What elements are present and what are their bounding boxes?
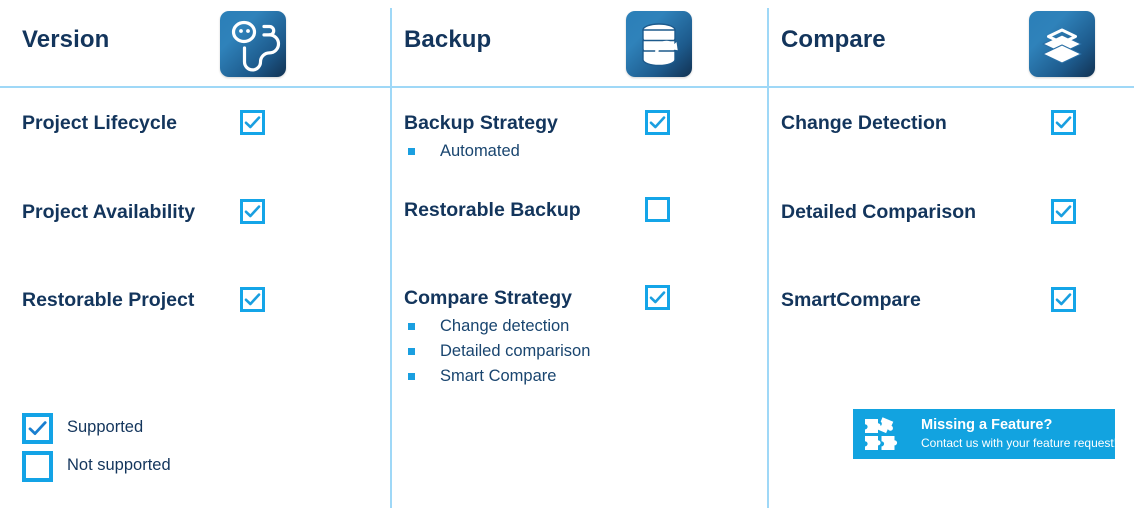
banner-subtitle: Contact us with your feature request! <box>921 436 1115 450</box>
column-backup: Backup Backup Strategy Automated Restora… <box>392 0 767 513</box>
checkbox-supported[interactable] <box>1051 287 1076 312</box>
column-title: Version <box>22 26 110 53</box>
checkbox-supported[interactable] <box>645 110 670 135</box>
checkbox-supported[interactable] <box>1051 110 1076 135</box>
legend-label: Not supported <box>67 456 171 474</box>
feature-label: Restorable Project <box>22 289 195 311</box>
feature-label: Detailed Comparison <box>781 201 977 223</box>
legend-label: Supported <box>67 418 144 436</box>
puzzle-pieces-icon <box>863 415 903 453</box>
banner-title: Missing a Feature? <box>921 417 1053 433</box>
bullet-icon <box>408 323 415 330</box>
feature-label: Restorable Backup <box>404 199 581 221</box>
database-restore-icon <box>626 11 692 77</box>
sub-feature-label: Change detection <box>440 317 570 335</box>
feature-label: SmartCompare <box>781 289 921 311</box>
feature-label: Backup Strategy <box>404 112 558 134</box>
column-title: Compare <box>781 26 886 53</box>
column-header-backup: Backup <box>392 0 767 86</box>
bullet-icon <box>408 348 415 355</box>
checkbox-supported[interactable] <box>240 199 265 224</box>
sub-feature-label: Detailed comparison <box>440 342 591 360</box>
sub-feature-item: Change detection <box>404 314 590 339</box>
checkbox-supported-legend <box>22 413 53 444</box>
sub-feature-list: Automated <box>404 139 520 164</box>
bullet-icon <box>408 148 415 155</box>
feature-label: Compare Strategy <box>404 287 572 309</box>
checkbox-supported[interactable] <box>240 110 265 135</box>
feature-label: Project Availability <box>22 201 196 223</box>
sub-feature-label: Automated <box>440 142 520 160</box>
checkbox-not-supported[interactable] <box>645 197 670 222</box>
sub-feature-label: Smart Compare <box>440 367 557 385</box>
sub-feature-item: Detailed comparison <box>404 339 590 364</box>
sub-feature-list: Change detection Detailed comparison Sma… <box>404 314 590 389</box>
sub-feature-item: Smart Compare <box>404 364 590 389</box>
column-version: Version Project Lifecycle Project Availa… <box>0 0 390 513</box>
column-header-version: Version <box>0 0 390 86</box>
bullet-icon <box>408 373 415 380</box>
checkbox-not-supported-legend <box>22 451 53 482</box>
feature-label: Project Lifecycle <box>22 112 177 134</box>
layers-stack-icon <box>1029 11 1095 77</box>
column-header-compare: Compare <box>769 0 1134 86</box>
sub-feature-item: Automated <box>404 139 520 164</box>
feature-label: Change Detection <box>781 112 947 134</box>
column-title: Backup <box>404 26 492 53</box>
checkbox-supported[interactable] <box>645 285 670 310</box>
missing-feature-banner[interactable]: Missing a Feature? Contact us with your … <box>853 409 1115 459</box>
checkbox-supported[interactable] <box>1051 199 1076 224</box>
checkbox-supported[interactable] <box>240 287 265 312</box>
version-branch-icon <box>220 11 286 77</box>
feature-matrix: Version Project Lifecycle Project Availa… <box>0 0 1134 513</box>
